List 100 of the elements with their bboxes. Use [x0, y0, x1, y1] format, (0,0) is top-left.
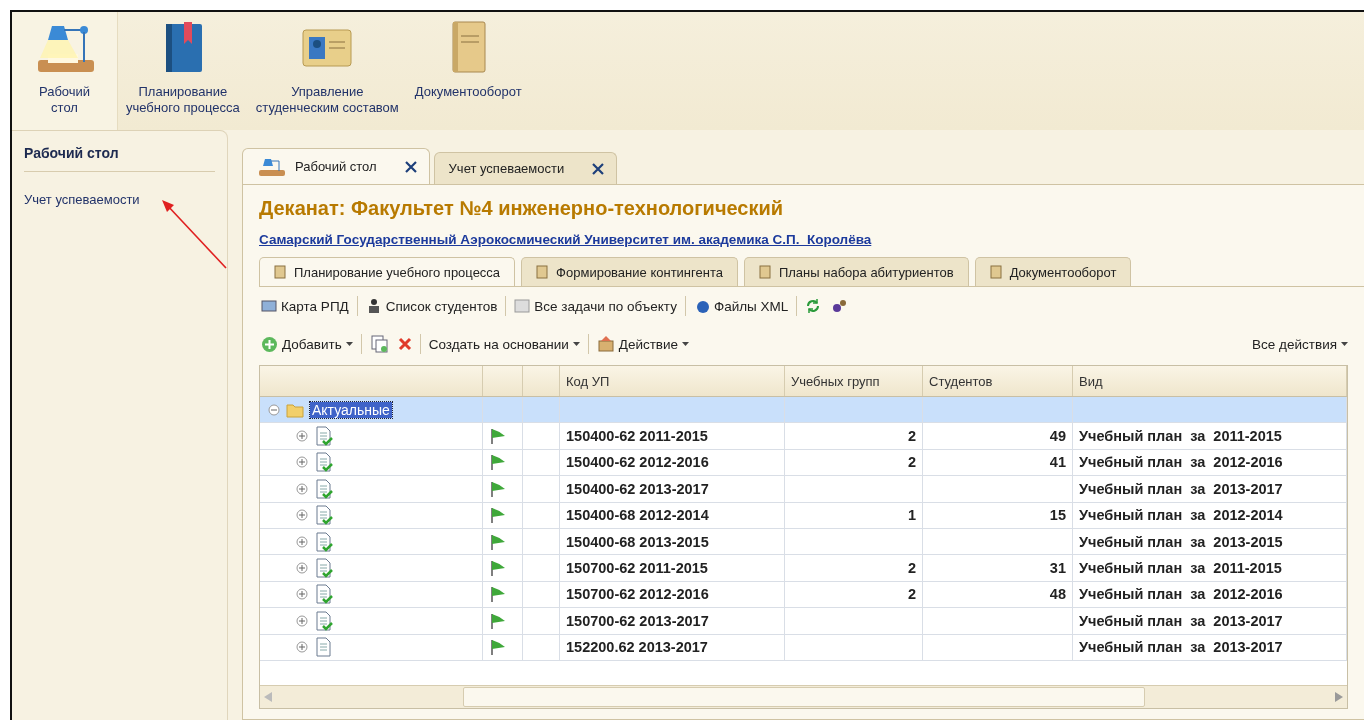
add-button[interactable]: Добавить — [259, 333, 355, 355]
toolbar-button[interactable]: Карта РПД — [259, 296, 351, 316]
document-check-icon — [314, 558, 334, 579]
action-button[interactable]: Действие — [594, 333, 692, 355]
document-icon — [274, 265, 286, 279]
plan-code: 150700-62 2013-2017 — [566, 612, 709, 629]
flag-icon — [489, 532, 507, 551]
expand-icon — [296, 535, 308, 548]
student-count: 41 — [1049, 454, 1066, 471]
window-tab[interactable]: Рабочий стол — [242, 148, 430, 184]
group-count: 1 — [907, 507, 916, 524]
caret-icon — [572, 342, 580, 346]
flag-icon — [489, 479, 507, 498]
toolbar-button[interactable]: Файлы XML — [691, 296, 791, 316]
plan-code: 150400-62 2011-2015 — [566, 428, 708, 445]
student-count: 48 — [1049, 586, 1066, 603]
collapse-icon — [268, 403, 280, 416]
document-check-icon — [314, 452, 334, 473]
tab-label: Планирование учебного процесса — [294, 264, 501, 280]
tab-label: Учет успеваемости — [448, 161, 565, 176]
university-link[interactable]: Самарский Государственный Аэрокосмический Университет им. академика С.П. Королёва — [259, 232, 872, 247]
group-label: Актуальные — [310, 401, 392, 418]
flag-icon — [489, 585, 507, 604]
table-row[interactable]: 150700-62 2013-2017 Учебный план за 2013-2017 — [260, 608, 1347, 635]
folder-icon — [286, 401, 304, 418]
create-based-button[interactable]: Создать на основании — [426, 334, 582, 354]
section-tab[interactable]: Планирование учебного процесса — [259, 257, 516, 286]
table-row[interactable]: 150400-62 2011-2015 2 49 Учебный план за 2011-2015 — [260, 423, 1347, 450]
plan-type: Учебный план за 2012-2016 — [1079, 454, 1283, 471]
toolbar-button[interactable]: Список студентов — [363, 296, 500, 316]
group-row[interactable]: Актуальные — [260, 397, 1347, 424]
plan-type: Учебный план за 2013-2017 — [1079, 612, 1283, 629]
caret-icon — [345, 342, 353, 346]
plan-code: 150400-68 2012-2014 — [566, 507, 709, 524]
column-header[interactable]: Студентов — [923, 366, 1073, 396]
table-row[interactable]: 150400-68 2012-2014 1 15 Учебный план за 2012-2014 — [260, 502, 1347, 529]
document-icon — [758, 265, 771, 279]
flag-icon — [489, 506, 507, 525]
student-count: 49 — [1049, 428, 1066, 445]
column-header[interactable]: Вид — [1073, 366, 1347, 396]
plan-type: Учебный план за 2012-2014 — [1079, 507, 1283, 524]
document-check-icon — [314, 531, 334, 552]
scroll-right-icon — [1335, 692, 1343, 702]
expand-icon — [296, 509, 308, 522]
delete-icon — [397, 337, 412, 351]
plan-code: 150700-62 2011-2015 — [566, 560, 708, 577]
section-tab[interactable]: Планы набора абитуриентов — [743, 257, 969, 286]
section-button[interactable]: Рабочий стол — [12, 12, 118, 130]
caret-icon — [1341, 342, 1348, 346]
flag-icon — [489, 453, 507, 472]
document-check-icon — [314, 478, 334, 499]
table-row[interactable]: 150700-62 2012-2016 2 48 Учебный план за 2012-2016 — [260, 581, 1347, 609]
column-header[interactable]: Учебных групп — [785, 366, 923, 396]
document-check-icon — [314, 426, 334, 447]
all-actions-button[interactable]: Все действия — [1250, 334, 1350, 354]
plan-type: Учебный план за 2011-2015 — [1079, 560, 1282, 577]
plan-code: 150400-62 2012-2016 — [566, 454, 709, 471]
table-row[interactable]: 150700-62 2011-2015 2 31 Учебный план за 2011-2015 — [260, 555, 1347, 582]
expand-icon — [296, 430, 308, 443]
document-check-icon — [314, 610, 334, 631]
section-tab[interactable]: Формирование контингента — [521, 257, 738, 286]
horizontal-scrollbar[interactable] — [260, 685, 1347, 708]
plan-type: Учебный план за 2013-2017 — [1079, 639, 1283, 656]
document-check-icon — [314, 584, 334, 605]
table-row[interactable]: 150400-62 2013-2017 Учебный план за 2013-2017 — [260, 476, 1347, 503]
column-header[interactable]: Код УП — [560, 366, 785, 396]
table-row[interactable]: 152200.62 2013-2017 Учебный план за 2013-2017 — [260, 634, 1347, 661]
plan-type: Учебный план за 2011-2015 — [1079, 428, 1282, 445]
flag-icon — [489, 611, 507, 630]
sidebar-title: Рабочий стол — [24, 145, 215, 172]
plan-type: Учебный план за 2013-2017 — [1079, 480, 1283, 497]
plan-code: 150400-62 2013-2017 — [566, 480, 709, 497]
section-button[interactable]: Документооборот — [406, 12, 530, 130]
section-button[interactable]: Управление студенческим составом — [247, 12, 407, 130]
document-icon — [989, 265, 1002, 279]
group-count: 2 — [907, 454, 916, 471]
close-icon[interactable] — [592, 162, 605, 175]
scroll-left-icon — [264, 692, 272, 702]
close-icon[interactable] — [404, 160, 417, 173]
expand-icon — [296, 614, 308, 627]
flag-icon — [489, 559, 507, 578]
expand-icon — [296, 562, 308, 575]
student-count: 15 — [1049, 507, 1066, 524]
window-tab[interactable]: Учет успеваемости — [433, 152, 618, 184]
group-count: 2 — [907, 428, 916, 445]
section-tab[interactable]: Документооборот — [974, 257, 1132, 286]
expand-icon — [296, 588, 308, 601]
sidebar-link[interactable]: Учет успеваемости — [24, 192, 215, 207]
tab-label: Документооборот — [1009, 264, 1117, 280]
toolbar-button[interactable]: Все задачи по объекту — [512, 296, 679, 316]
table-row[interactable]: 150400-62 2012-2016 2 41 Учебный план за 2012-2016 — [260, 449, 1347, 477]
tab-label: Формирование контингента — [556, 264, 723, 280]
flag-icon — [489, 638, 507, 657]
plan-code: 150400-68 2013-2015 — [566, 533, 709, 550]
section-button[interactable]: Планирование учебного процесса — [118, 12, 248, 130]
table-row[interactable]: 150400-68 2013-2015 Учебный план за 2013-2015 — [260, 528, 1347, 556]
document-icon — [536, 265, 549, 279]
flag-icon — [489, 427, 507, 446]
expand-icon — [296, 641, 308, 654]
plan-type: Учебный план за 2013-2015 — [1079, 533, 1283, 550]
